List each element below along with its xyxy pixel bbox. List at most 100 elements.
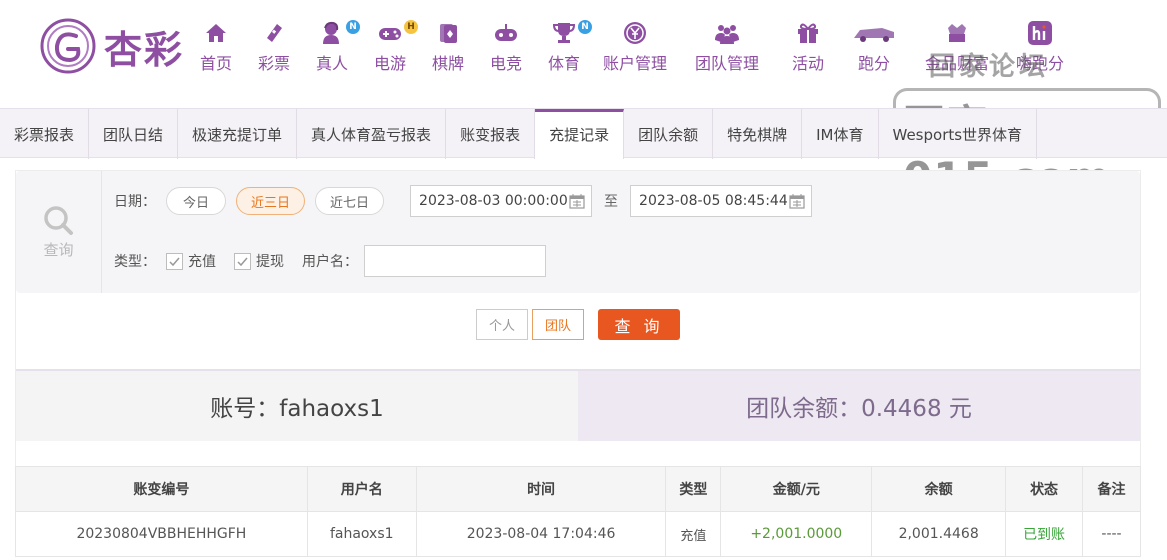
range-7days-button[interactable]: 近七日: [315, 187, 385, 215]
brand-logo[interactable]: 杏彩: [38, 14, 198, 78]
tab-lottery-report[interactable]: 彩票报表: [0, 109, 90, 159]
tab-live-sports-pnl[interactable]: 真人体育盈亏报表: [297, 109, 447, 159]
car-icon: [854, 28, 894, 42]
remark-cell: ----: [1082, 511, 1141, 557]
nav-label: 嗨跑分: [1015, 54, 1064, 73]
gamepad-icon: [379, 28, 401, 40]
nav-lottery[interactable]: 彩票: [248, 20, 300, 74]
home-icon: [206, 24, 226, 42]
team-icon: [715, 25, 739, 44]
logo-emblem-icon: [40, 18, 96, 74]
nav-activity[interactable]: 活动: [782, 20, 834, 74]
range-3days-button[interactable]: 近三日: [236, 187, 306, 215]
amount-cell: +2,001.0000: [720, 511, 873, 557]
col-username: 用户名: [306, 466, 417, 512]
yen-coin-icon: [624, 22, 646, 44]
deposit-label: 充值: [188, 254, 216, 270]
team-button[interactable]: 团队: [532, 309, 585, 340]
start-date-value: 2023-08-03 00:00:00: [419, 193, 568, 209]
checkbox-box: [234, 252, 251, 270]
hot-badge: H: [404, 20, 418, 34]
top-nav: 首页 彩票 N 真人 H 电游 棋牌 电竞 N 体育 账户管理 团队管理 活动 …: [190, 20, 1066, 74]
withdraw-label: 提现: [256, 254, 284, 270]
checkbox-box: [166, 252, 183, 270]
username-input[interactable]: [364, 245, 546, 277]
nav-label: 棋牌: [431, 54, 464, 73]
nav-label: 体育: [547, 54, 580, 73]
deposit-checkbox[interactable]: 充值: [166, 251, 216, 271]
date-label: 日期：: [114, 194, 156, 210]
nav-label: 彩票: [257, 54, 290, 73]
type-row: 类型： 充值 提现 用户名：: [114, 245, 546, 277]
records-table: 账变编号 用户名 时间 类型 金额/元 余额 状态 备注 20230804VBB…: [15, 466, 1141, 557]
filter-bar: 查询 日期： 今日 近三日 近七日 2023-08-03 00:00:00 至 …: [16, 171, 1140, 293]
nav-team[interactable]: 团队管理: [688, 20, 766, 74]
nav-sports[interactable]: N 体育: [538, 20, 592, 74]
nav-label: 活动: [791, 54, 824, 73]
username-label: 用户名：: [302, 254, 358, 270]
start-date-field[interactable]: 2023-08-03 00:00:00: [410, 185, 593, 217]
esports-icon: [495, 24, 517, 41]
nav-label: 团队管理: [694, 54, 759, 73]
live-dealer-icon: [323, 21, 339, 44]
type-label: 类型：: [114, 254, 156, 270]
tab-chess[interactable]: 特免棋牌: [713, 109, 803, 159]
col-time: 时间: [415, 466, 667, 512]
report-tabs: 彩票报表 团队日结 极速充提订单 真人体育盈亏报表 账变报表 充提记录 团队余额…: [0, 108, 1167, 159]
withdraw-checkbox[interactable]: 提现: [234, 251, 284, 271]
nav-hi-paofen[interactable]: 嗨跑分: [1014, 20, 1066, 74]
range-today-button[interactable]: 今日: [166, 187, 227, 215]
tab-deposit-withdraw-records[interactable]: 充提记录: [535, 109, 625, 159]
col-amount: 金额/元: [720, 466, 873, 512]
status-cell: 已到账: [1005, 511, 1084, 557]
col-status: 状态: [1005, 466, 1084, 512]
nav-label: 跑分: [857, 54, 890, 73]
header: 杏彩 首页 彩票 N 真人 H 电游 棋牌 电竞 N 体育 账户管理 团队管理 …: [0, 0, 1167, 108]
nav-label: 账户管理: [602, 54, 667, 73]
tab-im-sports[interactable]: IM体育: [802, 109, 879, 159]
account-name: 账号：fahaoxs1: [16, 371, 578, 441]
type-cell: 充值: [665, 511, 722, 557]
brand-name: 杏彩: [104, 26, 185, 72]
search-label: 查询: [43, 240, 74, 259]
nav-esports[interactable]: 电竞: [480, 20, 532, 74]
nav-live[interactable]: N 真人: [306, 20, 360, 74]
nav-chess[interactable]: 棋牌: [422, 20, 474, 74]
table-row[interactable]: 20230804VBBHEHHGFH fahaoxs1 2023-08-04 1…: [15, 511, 1141, 557]
username-cell: fahaoxs1: [306, 511, 417, 557]
nav-label: 电竞: [489, 54, 522, 73]
nav-slots[interactable]: H 电游: [364, 20, 418, 74]
nav-home[interactable]: 首页: [190, 20, 242, 74]
end-date-value: 2023-08-05 08:45:44: [639, 193, 788, 209]
calendar-icon: [789, 194, 805, 209]
ticket-icon: [267, 24, 282, 42]
txn-id-cell: 20230804VBBHEHHGFH: [15, 511, 308, 557]
cards-icon: [440, 24, 457, 43]
col-txn-id: 账变编号: [15, 466, 308, 512]
team-balance: 团队余额：0.4468 元: [578, 371, 1140, 441]
personal-button[interactable]: 个人: [475, 309, 528, 340]
hi-app-icon: [1028, 21, 1052, 45]
tab-wesports[interactable]: Wesports世界体育: [879, 109, 1038, 159]
nav-label: 首页: [199, 54, 232, 73]
col-balance: 余额: [871, 466, 1007, 512]
new-badge: N: [578, 20, 592, 34]
nav-account[interactable]: 账户管理: [596, 20, 674, 74]
tab-team-daily[interactable]: 团队日结: [89, 109, 179, 159]
checkmark-icon: [169, 257, 180, 266]
tab-team-balance[interactable]: 团队余额: [624, 109, 714, 159]
tab-fast-orders[interactable]: 极速充提订单: [178, 109, 298, 159]
trophy-icon: [552, 23, 576, 43]
search-section: 查询: [16, 171, 102, 293]
tab-account-changes[interactable]: 账变报表: [446, 109, 536, 159]
checkmark-icon: [237, 257, 248, 266]
query-button[interactable]: 查 询: [598, 309, 681, 340]
nav-paofen[interactable]: 跑分: [848, 20, 900, 74]
table-header-row: 账变编号 用户名 时间 类型 金额/元 余额 状态 备注: [15, 466, 1141, 512]
end-date-field[interactable]: 2023-08-05 08:45:44: [630, 185, 813, 217]
to-label: 至: [604, 194, 619, 210]
date-row: 日期： 今日 近三日 近七日 2023-08-03 00:00:00 至 202…: [114, 185, 813, 217]
nav-wealth[interactable]: 金品财富: [924, 20, 990, 74]
action-row: 个人 团队 查 询: [16, 309, 1140, 340]
calendar-icon: [569, 194, 585, 209]
